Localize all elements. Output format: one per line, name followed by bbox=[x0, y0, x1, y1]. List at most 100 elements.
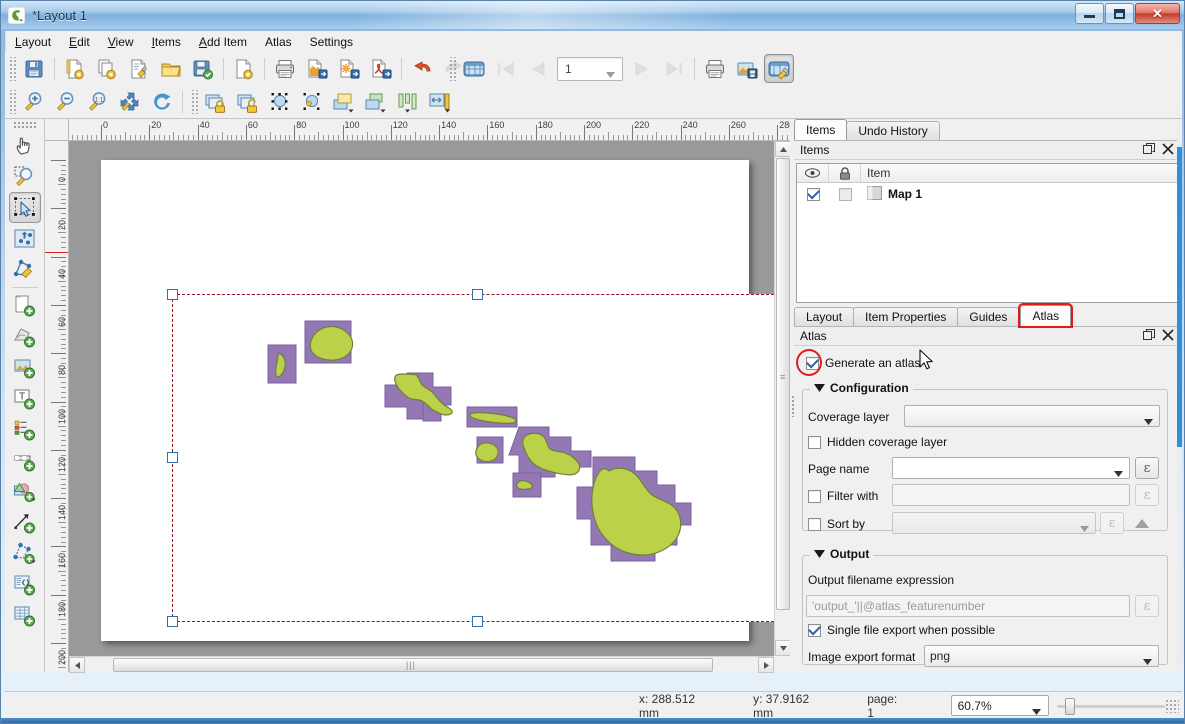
tab-items[interactable]: Items bbox=[794, 119, 847, 140]
resize-handle-top-left[interactable] bbox=[167, 289, 178, 300]
single-file-export-checkbox[interactable] bbox=[808, 624, 821, 637]
minimize-button[interactable] bbox=[1075, 3, 1104, 24]
add-legend-icon[interactable] bbox=[9, 414, 41, 445]
hidden-coverage-layer-row[interactable]: Hidden coverage layer bbox=[808, 435, 947, 449]
output-filename-expression-input[interactable]: 'output_'||@atlas_featurenumber bbox=[806, 595, 1130, 617]
add-node-shape-icon[interactable] bbox=[9, 538, 41, 569]
filter-with-row[interactable]: Filter with bbox=[808, 489, 878, 503]
edit-nodes-icon[interactable] bbox=[9, 254, 41, 285]
export-pdf-icon[interactable] bbox=[366, 54, 396, 83]
maximize-button[interactable] bbox=[1105, 3, 1134, 24]
generate-atlas-checkbox[interactable] bbox=[806, 357, 819, 370]
image-export-format-combo[interactable]: png bbox=[924, 645, 1159, 667]
export-svg-icon[interactable] bbox=[334, 54, 364, 83]
menu-add-item[interactable]: Add Item bbox=[190, 33, 256, 51]
atlas-feature-spinbox[interactable]: 1 bbox=[557, 57, 623, 81]
nav-toolbar-grip[interactable] bbox=[8, 90, 16, 114]
lower-items-icon[interactable] bbox=[361, 87, 391, 116]
output-filename-expression-icon[interactable]: ɛ bbox=[1135, 595, 1159, 617]
duplicate-layout-icon[interactable] bbox=[92, 54, 122, 83]
lock-items-icon[interactable] bbox=[201, 87, 231, 116]
add-scalebar-icon[interactable] bbox=[9, 445, 41, 476]
canvas-horizontal-scrollbar[interactable]: ||| bbox=[69, 656, 774, 672]
add-shape-icon[interactable] bbox=[9, 476, 41, 507]
add-label-icon[interactable]: T bbox=[9, 383, 41, 414]
add-picture-icon[interactable] bbox=[9, 352, 41, 383]
resize-handle-bottom-center[interactable] bbox=[472, 616, 483, 627]
resize-handle-middle-left[interactable] bbox=[167, 452, 178, 463]
page-name-combo[interactable] bbox=[892, 457, 1130, 479]
float-panel-icon[interactable] bbox=[1143, 143, 1155, 158]
sort-by-expression-icon[interactable]: ɛ bbox=[1100, 512, 1124, 534]
item-lock-checkbox[interactable] bbox=[839, 188, 852, 201]
sort-by-row[interactable]: Sort by bbox=[808, 517, 865, 531]
close-panel-icon[interactable] bbox=[1162, 143, 1174, 158]
dock-scroll-thumb[interactable] bbox=[1177, 147, 1182, 447]
zoom-full-icon[interactable] bbox=[115, 87, 145, 116]
undo-icon[interactable] bbox=[407, 54, 437, 83]
add-attribute-table-icon[interactable] bbox=[9, 600, 41, 631]
zoom-out-icon[interactable] bbox=[51, 87, 81, 116]
vertical-scroll-thumb[interactable]: ≡ bbox=[776, 158, 790, 610]
group-items-icon[interactable] bbox=[265, 87, 295, 116]
pan-layout-icon[interactable] bbox=[9, 130, 41, 161]
dock-scrollbar[interactable] bbox=[1177, 119, 1182, 672]
next-feature-icon[interactable] bbox=[627, 54, 657, 83]
tab-atlas[interactable]: Atlas bbox=[1020, 305, 1071, 326]
add-page-icon[interactable] bbox=[9, 290, 41, 321]
tab-guides[interactable]: Guides bbox=[957, 307, 1019, 326]
first-feature-icon[interactable] bbox=[491, 54, 521, 83]
zoom-slider[interactable] bbox=[1057, 697, 1165, 715]
page-properties-icon[interactable] bbox=[229, 54, 259, 83]
resize-handle-bottom-left[interactable] bbox=[167, 616, 178, 627]
sort-by-combo[interactable] bbox=[892, 512, 1096, 534]
unlock-items-icon[interactable] bbox=[233, 87, 263, 116]
tab-undo-history[interactable]: Undo History bbox=[846, 121, 939, 140]
horizontal-ruler[interactable]: 0204060801001201401601802002202402602803… bbox=[69, 119, 790, 141]
map-item-map-1[interactable] bbox=[172, 294, 774, 622]
print-atlas-icon[interactable] bbox=[700, 54, 730, 83]
print-icon[interactable] bbox=[270, 54, 300, 83]
items-list[interactable]: Item Map 1 bbox=[796, 163, 1180, 303]
sort-by-checkbox[interactable] bbox=[808, 518, 821, 531]
scroll-left-button[interactable] bbox=[69, 657, 85, 673]
tab-layout[interactable]: Layout bbox=[794, 307, 854, 326]
item-toolbar-grip[interactable] bbox=[190, 90, 198, 114]
export-atlas-image-icon[interactable] bbox=[732, 54, 762, 83]
refresh-icon[interactable] bbox=[147, 87, 177, 116]
chevron-down-icon[interactable] bbox=[1032, 704, 1041, 718]
move-item-content-icon[interactable] bbox=[9, 223, 41, 254]
window-resize-grip[interactable] bbox=[1165, 699, 1179, 713]
menu-view[interactable]: View bbox=[99, 33, 143, 51]
horizontal-scroll-thumb[interactable]: ||| bbox=[113, 658, 713, 672]
add-arrow-icon[interactable] bbox=[9, 507, 41, 538]
layout-page[interactable] bbox=[101, 160, 749, 641]
distribute-icon[interactable] bbox=[425, 87, 455, 116]
export-image-icon[interactable] bbox=[302, 54, 332, 83]
ungroup-items-icon[interactable] bbox=[297, 87, 327, 116]
hidden-coverage-layer-checkbox[interactable] bbox=[808, 436, 821, 449]
menu-settings[interactable]: Settings bbox=[301, 33, 362, 51]
menu-atlas[interactable]: Atlas bbox=[256, 33, 301, 51]
raise-items-icon[interactable] bbox=[329, 87, 359, 116]
open-template-icon[interactable] bbox=[156, 54, 186, 83]
toolbar-grip[interactable] bbox=[8, 57, 16, 81]
select-move-item-icon[interactable] bbox=[9, 192, 41, 223]
lefttools-grip[interactable] bbox=[13, 121, 37, 129]
single-file-export-row[interactable]: Single file export when possible bbox=[808, 623, 995, 637]
previous-feature-icon[interactable] bbox=[523, 54, 553, 83]
align-left-icon[interactable] bbox=[393, 87, 423, 116]
layout-manager-icon[interactable] bbox=[124, 54, 154, 83]
add-html-icon[interactable] bbox=[9, 569, 41, 600]
tab-item-properties[interactable]: Item Properties bbox=[853, 307, 958, 326]
chevron-down-icon[interactable] bbox=[606, 67, 615, 81]
coverage-layer-combo[interactable] bbox=[904, 405, 1160, 427]
scroll-right-button[interactable] bbox=[758, 657, 774, 673]
last-feature-icon[interactable] bbox=[659, 54, 689, 83]
save-project-icon[interactable] bbox=[19, 54, 49, 83]
scroll-up-button[interactable] bbox=[775, 141, 791, 157]
filter-with-checkbox[interactable] bbox=[808, 490, 821, 503]
zoom-tool-icon[interactable] bbox=[9, 161, 41, 192]
zoom-in-icon[interactable] bbox=[19, 87, 49, 116]
configuration-group-title[interactable]: Configuration bbox=[810, 381, 913, 395]
